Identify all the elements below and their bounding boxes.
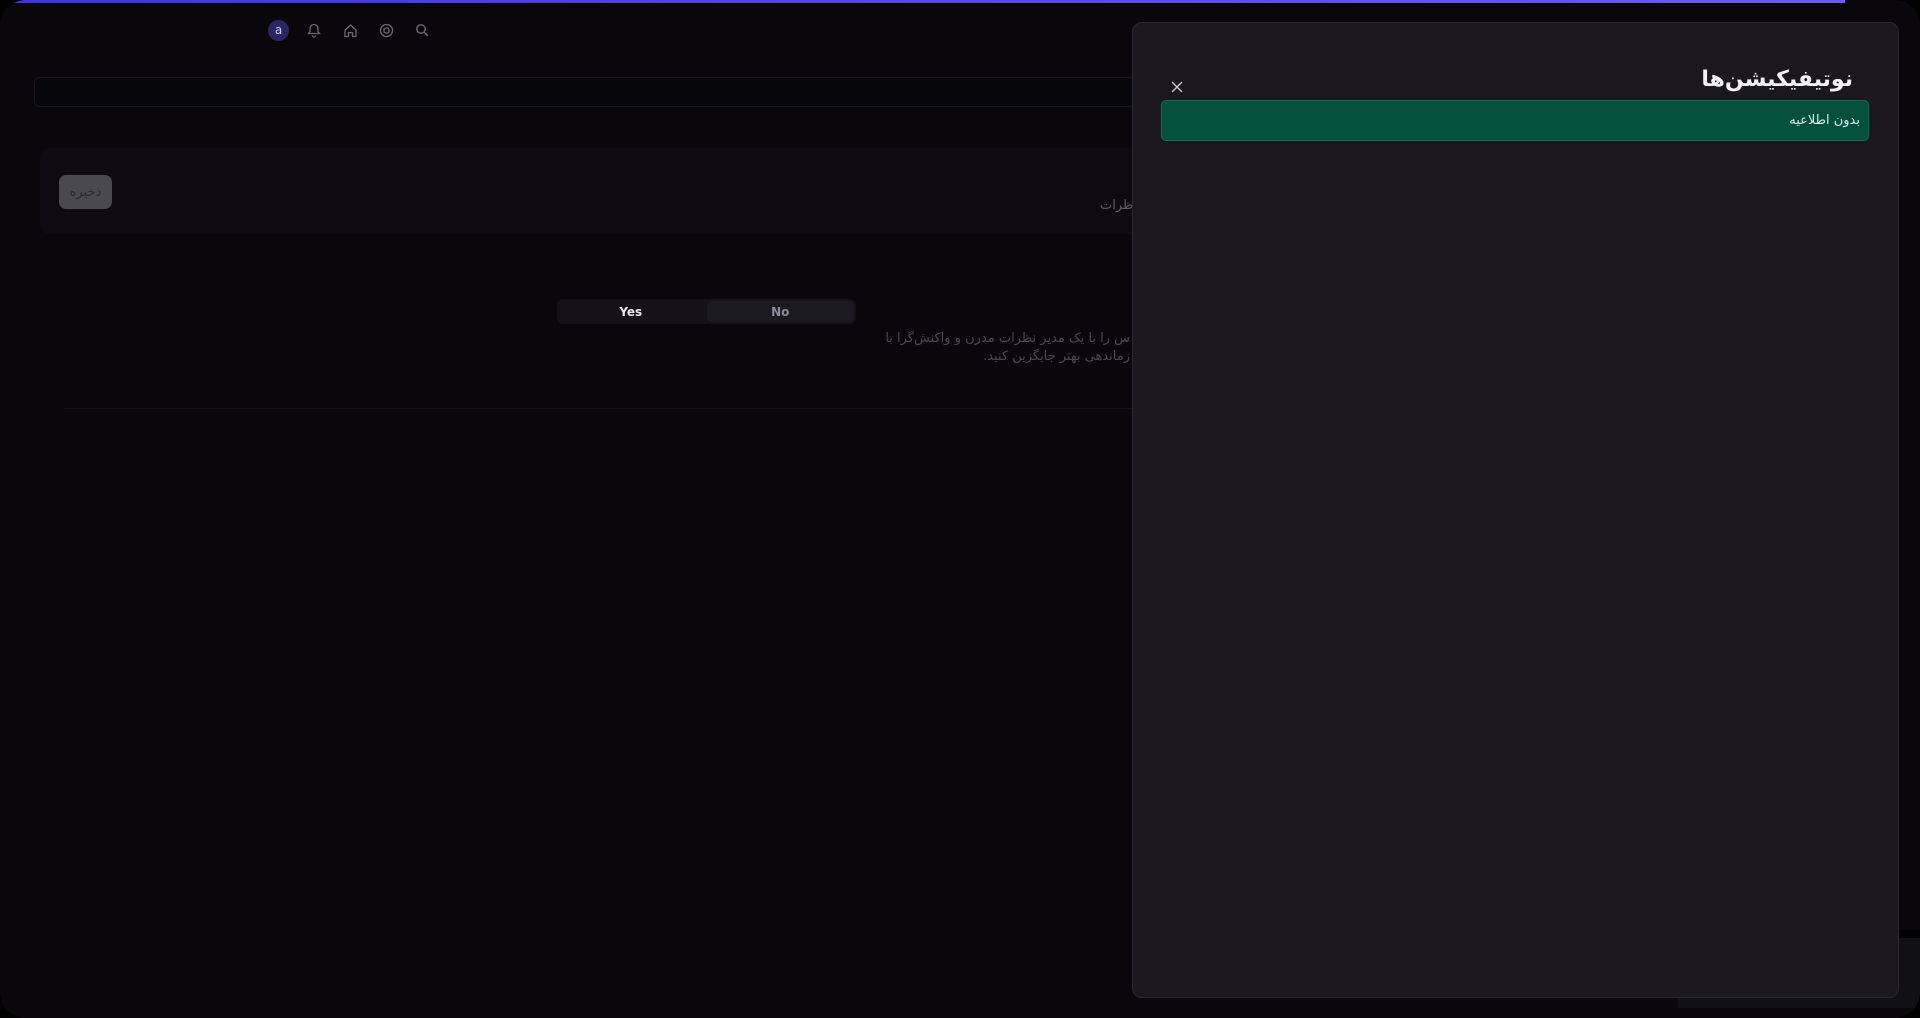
description-line: زماندهی بهتر جایگزین کنید. [983, 349, 1130, 364]
empty-notifications-notice: بدون اطلاعیه [1161, 100, 1869, 141]
drawer-title: نوتیفیکیشن‌ها [1701, 67, 1853, 92]
settings-header-card [40, 148, 1140, 234]
loading-progress-bar [0, 0, 1845, 3]
toggle-no-option[interactable]: No [706, 301, 854, 322]
page-search-bar[interactable] [34, 77, 1136, 107]
close-icon [1171, 81, 1183, 93]
close-button[interactable] [1165, 75, 1189, 99]
section-label: ظرات [1100, 198, 1134, 213]
toggle-yes-option[interactable]: Yes [557, 299, 705, 324]
notifications-drawer: نوتیفیکیشن‌ها بدون اطلاعیه [1132, 22, 1899, 998]
bell-icon[interactable] [303, 19, 325, 41]
app-window: a ذخیره ظرات Yes No س را با یک مدیر نظرا… [0, 0, 1920, 1018]
search-icon[interactable] [411, 19, 433, 41]
home-icon[interactable] [339, 19, 361, 41]
empty-notifications-text: بدون اطلاعیه [1789, 113, 1860, 128]
section-divider [64, 408, 1134, 409]
setting-description: س را با یک مدیر نظرات مدرن و واکنش‌گرا ب… [880, 330, 1130, 366]
save-button[interactable]: ذخیره [59, 175, 112, 209]
yes-no-toggle: Yes No [557, 299, 856, 324]
user-avatar[interactable]: a [268, 19, 289, 41]
description-line: س را با یک مدیر نظرات مدرن و واکنش‌گرا ب… [885, 331, 1130, 346]
support-icon[interactable] [375, 19, 397, 41]
topbar-actions: a [268, 19, 433, 41]
